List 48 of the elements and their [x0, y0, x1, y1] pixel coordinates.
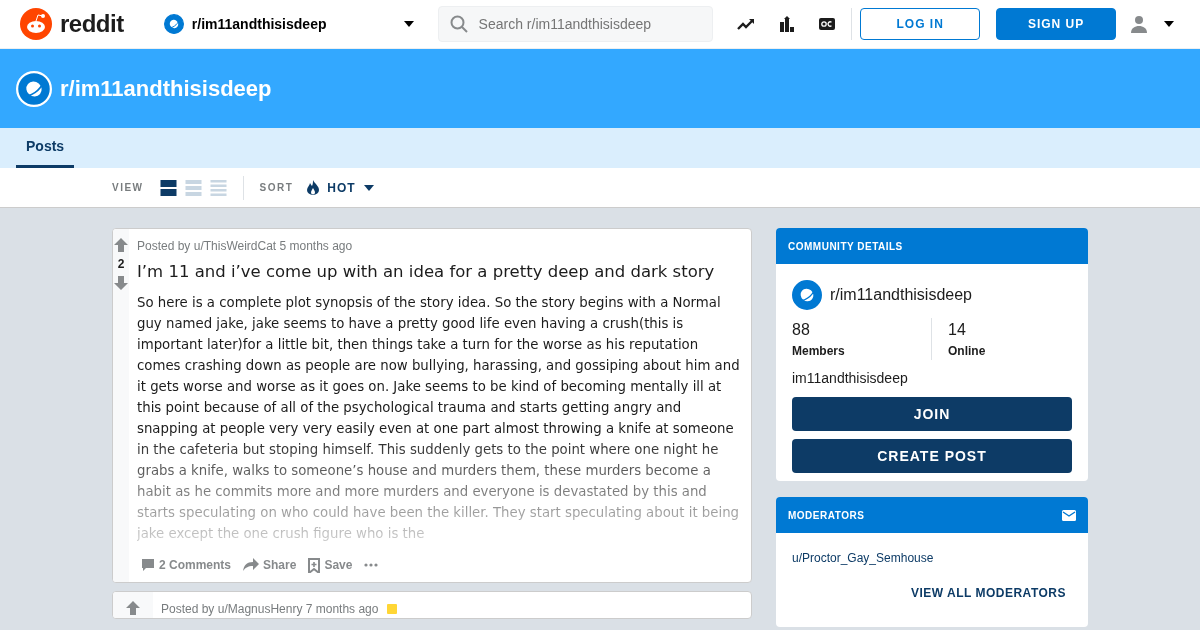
stat-value: 88	[792, 320, 811, 340]
community-name[interactable]: r/im11andthisisdeep	[830, 283, 972, 307]
moderator-link[interactable]: u/Proctor_Gay_Semhouse	[792, 549, 1072, 567]
comment-icon	[141, 558, 155, 573]
join-button[interactable]: JOIN	[792, 397, 1072, 431]
user-icon	[1130, 15, 1148, 33]
community-description: im11andthisisdeep	[792, 369, 909, 388]
search-field[interactable]: Search r/im11andthisisdeep	[437, 6, 714, 42]
card-title: MODERATORS	[788, 508, 865, 523]
card-view-icon[interactable]	[159, 179, 177, 196]
stat-label: Online	[948, 343, 987, 360]
logo-text: reddit	[60, 9, 124, 39]
captions-icon[interactable]	[819, 18, 836, 30]
view-all-moderators-button[interactable]: VIEW ALL MODERATORS	[904, 583, 1072, 603]
caret-icon	[1164, 21, 1174, 27]
chart-icon[interactable]	[779, 16, 796, 32]
post-meta: Posted by u/MagnusHenry 7 months ago	[161, 601, 379, 619]
bookmark-icon	[308, 557, 321, 573]
more-icon	[364, 563, 379, 568]
logo-icon[interactable]	[20, 8, 52, 40]
comments-button[interactable]: 2 Comments	[137, 552, 236, 579]
caret-icon	[403, 21, 414, 27]
create-post-button[interactable]: CREATE POST	[792, 439, 1072, 473]
upvote-icon[interactable]	[113, 237, 129, 253]
trending-icon[interactable]	[737, 18, 756, 30]
downvote-icon[interactable]	[113, 275, 129, 291]
signup-button[interactable]: SIGN UP	[996, 8, 1116, 40]
share-icon	[243, 558, 260, 573]
sort-dropdown[interactable]: HOT	[301, 177, 380, 198]
login-button[interactable]: LOG IN	[860, 8, 981, 40]
community-icon	[16, 70, 52, 107]
community-selector[interactable]: r/im11andthisisdeep	[163, 12, 414, 36]
card-header: COMMUNITY DETAILS	[776, 228, 1088, 264]
community-title: r/im11andthisisdeep	[60, 75, 272, 103]
vote-count: 2	[117, 256, 125, 273]
stat-value: 14	[948, 320, 967, 340]
mail-icon[interactable]	[1062, 509, 1076, 521]
sort-label: SORT	[259, 181, 294, 195]
post-title[interactable]: I’m 11 and i’ve come up with an idea for a pretty deep and dark story	[137, 261, 743, 283]
post-body: So here is a complete plot synopsis of the story idea. So the story begins with a Normal guy named jake, jake seems to have a pretty good life even having a crush(this is important later)for a little bit, then things take a turn for the worse as his reputation comes crashing down as people are now bullying, harassing, and gossiping about him and it gets worse and worse as it goes on. Jake seems to be kind of becoming mentally ill at this point because of all of the psychological trauma and starts getting angry and snapping at people very very easily even at one part almost throwing a knife at someone in the cafeteria but stoping himself. This suddenly gets to the point where one night he grabs a knife, walks to someone’s house and murders them, these murders become a habit as he commits more and more murders and everyone is devastated by this and starts speculating on who could have been the killer. They start speculating about it being jake except the one crush figure who is the	[137, 294, 741, 544]
upvote-icon[interactable]	[125, 600, 141, 617]
flame-icon	[307, 180, 320, 195]
stat-label: Members	[792, 343, 846, 360]
post-meta: Posted by u/ThisWeirdCat 5 months ago	[137, 238, 353, 255]
community-icon	[163, 14, 184, 34]
view-label: VIEW	[112, 181, 144, 195]
community-icon	[792, 280, 822, 310]
caret-icon	[363, 184, 374, 191]
